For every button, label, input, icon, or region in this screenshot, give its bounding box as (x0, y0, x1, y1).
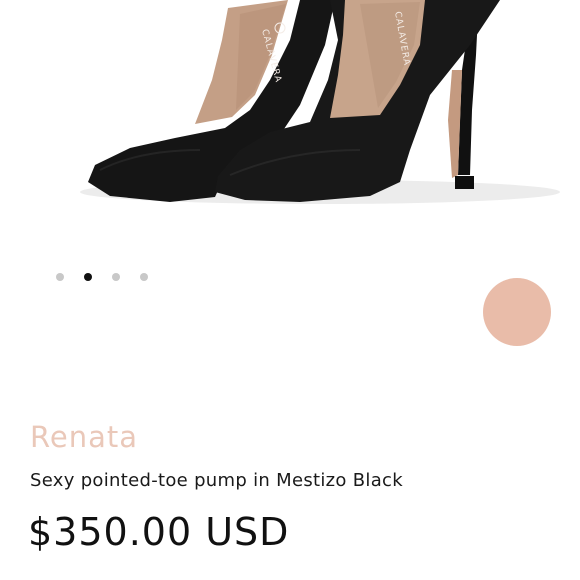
carousel-dot-2[interactable] (84, 273, 92, 281)
product-page: CALAVERA CALAVERA Renata Sexy pointed-to… (0, 0, 580, 580)
color-swatch-nude[interactable] (483, 278, 551, 346)
carousel-dots (56, 273, 148, 281)
product-description: Sexy pointed-toe pump in Mestizo Black (30, 470, 403, 491)
carousel-dot-4[interactable] (140, 273, 148, 281)
carousel-dot-1[interactable] (56, 273, 64, 281)
product-price: $350.00 USD (28, 510, 290, 554)
carousel-dot-3[interactable] (112, 273, 120, 281)
product-image: CALAVERA CALAVERA (0, 0, 580, 250)
product-name: Renata (30, 420, 138, 454)
